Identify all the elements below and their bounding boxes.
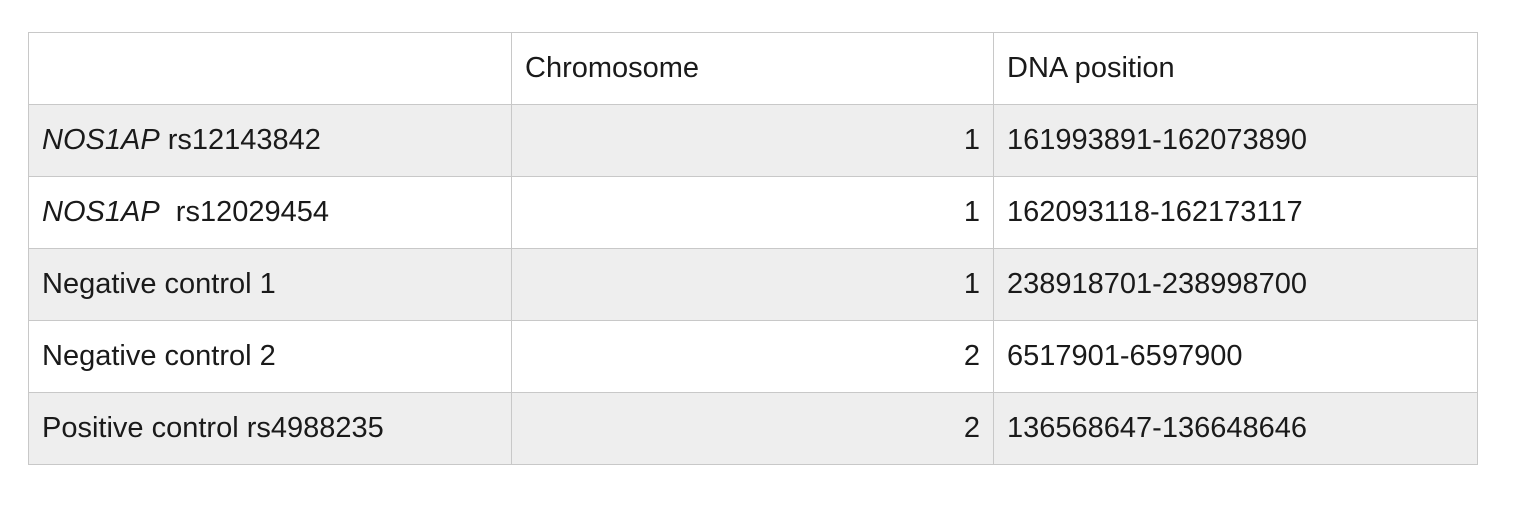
row-label-text: Negative control 2 [42, 340, 276, 372]
table-row: NOS1AP rs12143842 1 161993891-162073890 [28, 104, 1478, 177]
header-label [28, 32, 512, 105]
header-row: Chromosome DNA position [28, 32, 1478, 105]
table-row: Positive control rs4988235 2 136568647-1… [28, 392, 1478, 465]
row-label: Negative control 1 [28, 248, 512, 321]
row-label: NOS1AP rs12029454 [28, 176, 512, 249]
row-label: Negative control 2 [28, 320, 512, 393]
dna-position-cell: 161993891-162073890 [993, 104, 1478, 177]
row-label-text: rs12029454 [159, 196, 329, 228]
header-chromosome: Chromosome [511, 32, 994, 105]
table-row: Negative control 2 2 6517901-6597900 [28, 320, 1478, 393]
chromosome-cell: 1 [511, 176, 994, 249]
table-row: NOS1AP rs12029454 1 162093118-162173117 [28, 176, 1478, 249]
chromosome-cell: 2 [511, 320, 994, 393]
row-label-text: Negative control 1 [42, 268, 276, 300]
table-row: Negative control 1 1 238918701-238998700 [28, 248, 1478, 321]
row-label-text: Positive control rs4988235 [42, 412, 384, 444]
row-label-text: rs12143842 [159, 124, 321, 156]
gene-name: NOS1AP [42, 124, 160, 156]
chromosome-cell: 1 [511, 104, 994, 177]
dna-position-cell: 6517901-6597900 [993, 320, 1478, 393]
row-label: Positive control rs4988235 [28, 392, 512, 465]
chromosome-cell: 2 [511, 392, 994, 465]
data-table: Chromosome DNA position NOS1AP rs1214384… [28, 32, 1478, 465]
dna-position-cell: 162093118-162173117 [993, 176, 1478, 249]
dna-position-cell: 238918701-238998700 [993, 248, 1478, 321]
chromosome-cell: 1 [511, 248, 994, 321]
gene-name: NOS1AP [42, 196, 160, 228]
row-label: NOS1AP rs12143842 [28, 104, 512, 177]
header-dna-position: DNA position [993, 32, 1478, 105]
dna-position-cell: 136568647-136648646 [993, 392, 1478, 465]
